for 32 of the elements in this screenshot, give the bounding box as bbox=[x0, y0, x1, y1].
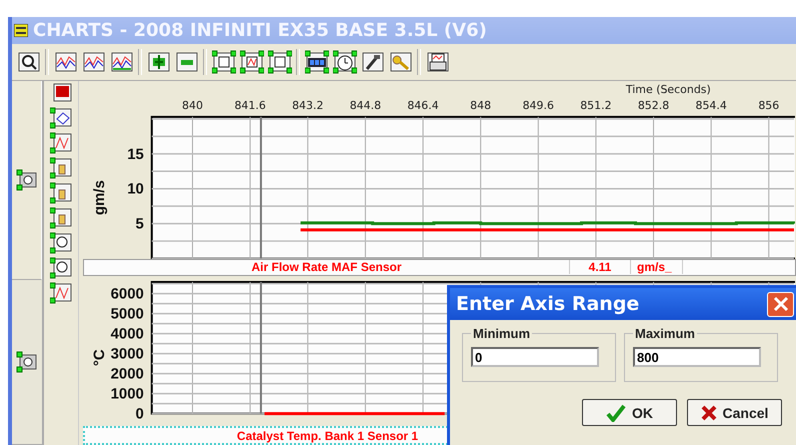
tick-label: 848 bbox=[470, 98, 492, 112]
window-title: CHARTS - 2008 INFINITI EX35 BASE 3.5L (V6) bbox=[33, 20, 487, 41]
tick-label: 851.2 bbox=[580, 98, 612, 112]
tick-label: 5 bbox=[136, 216, 144, 233]
legend-value: 4.11 bbox=[569, 260, 631, 274]
tick-label: 852.8 bbox=[638, 98, 670, 112]
tick-label: 3000 bbox=[110, 346, 144, 364]
tick-label: 846.4 bbox=[407, 98, 439, 112]
tick-label: 840 bbox=[182, 98, 203, 112]
tick-label: 2000 bbox=[110, 366, 144, 384]
tick-label: 843.2 bbox=[292, 98, 324, 112]
tick-label: 10 bbox=[127, 180, 144, 198]
tick-label: 5000 bbox=[110, 306, 144, 324]
tick-label: 841.6 bbox=[234, 98, 266, 112]
axis-title: Time (Seconds) bbox=[626, 82, 711, 96]
group-label: Maximum bbox=[634, 326, 696, 341]
group-label: Minimum bbox=[472, 326, 532, 341]
tick-label: 0 bbox=[136, 406, 144, 424]
tick-label: 856 bbox=[758, 98, 780, 112]
legend-label: Air Flow Rate MAF Sensor bbox=[250, 260, 403, 274]
dialog-title: Enter Axis Range bbox=[456, 293, 640, 315]
tick-label: 844.8 bbox=[350, 98, 382, 112]
tick-label: 6000 bbox=[110, 286, 144, 304]
legend-unit: gm/s_ bbox=[631, 260, 683, 274]
tick-label: 4000 bbox=[110, 326, 144, 344]
tick-label: 1000 bbox=[110, 386, 144, 404]
tick-label: 849.6 bbox=[522, 98, 554, 112]
legend-label: Catalyst Temp. Bank 1 Sensor 1 bbox=[236, 428, 420, 442]
tick-label: 15 bbox=[127, 146, 144, 163]
axis-title: gm/s bbox=[90, 180, 108, 216]
axis-title: °C bbox=[90, 350, 108, 367]
tick-label: 854.4 bbox=[695, 98, 727, 112]
